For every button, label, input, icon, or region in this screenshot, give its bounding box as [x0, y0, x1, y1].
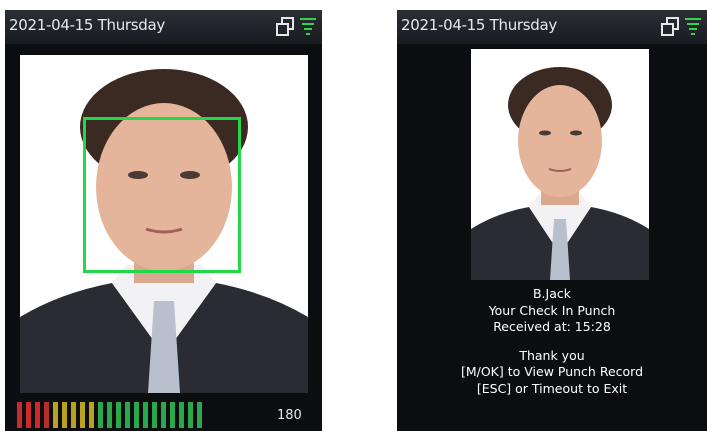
thank-you-line: Thank you — [519, 347, 585, 363]
face-quality-value: 180 — [277, 408, 302, 423]
quality-segment — [62, 402, 67, 428]
face-detection-frame — [83, 117, 241, 273]
quality-segment — [80, 402, 85, 428]
quality-segment — [152, 402, 157, 428]
quality-segment — [161, 402, 166, 428]
quality-segment — [170, 402, 175, 428]
quality-segment — [26, 402, 31, 428]
person-photo — [471, 49, 649, 280]
quality-segment — [197, 402, 202, 428]
user-photo — [471, 49, 649, 280]
status-date: 2021-04-15 Thursday — [9, 16, 165, 34]
quality-segment — [17, 402, 22, 428]
multi-window-icon — [661, 17, 679, 36]
quality-segment — [179, 402, 184, 428]
status-bar: 2021-04-15 Thursday — [397, 10, 707, 44]
quality-segment — [125, 402, 130, 428]
punch-time-line: Received at: 15:28 — [493, 319, 611, 334]
wifi-icon — [300, 17, 316, 35]
view-record-hint: [M/OK] to View Punch Record — [460, 364, 644, 379]
quality-segment — [143, 402, 148, 428]
quality-segment — [188, 402, 193, 428]
face-quality-bar — [17, 402, 202, 428]
wifi-icon — [685, 17, 701, 35]
quality-segment — [98, 402, 103, 428]
quality-segment — [89, 402, 94, 428]
status-date: 2021-04-15 Thursday — [401, 16, 557, 34]
quality-segment — [116, 402, 121, 428]
quality-segment — [71, 402, 76, 428]
quality-segment — [134, 402, 139, 428]
punch-result-message: B.Jack Your Check In Punch Received at: … — [397, 286, 707, 397]
verification-result-screen: 2021-04-15 Thursday B.Jack Your Check In… — [397, 10, 707, 431]
live-camera-view — [20, 55, 308, 393]
status-bar: 2021-04-15 Thursday — [5, 10, 322, 44]
punch-status-line: Your Check In Punch — [488, 302, 616, 318]
quality-segment — [35, 402, 40, 428]
multi-window-icon — [276, 17, 294, 36]
quality-segment — [44, 402, 49, 428]
exit-hint: [ESC] or Timeout to Exit — [476, 380, 628, 396]
face-capture-screen: 2021-04-15 Thursday 180 — [5, 10, 322, 431]
quality-segment — [107, 402, 112, 428]
user-name: B.Jack — [532, 286, 571, 301]
quality-segment — [53, 402, 58, 428]
